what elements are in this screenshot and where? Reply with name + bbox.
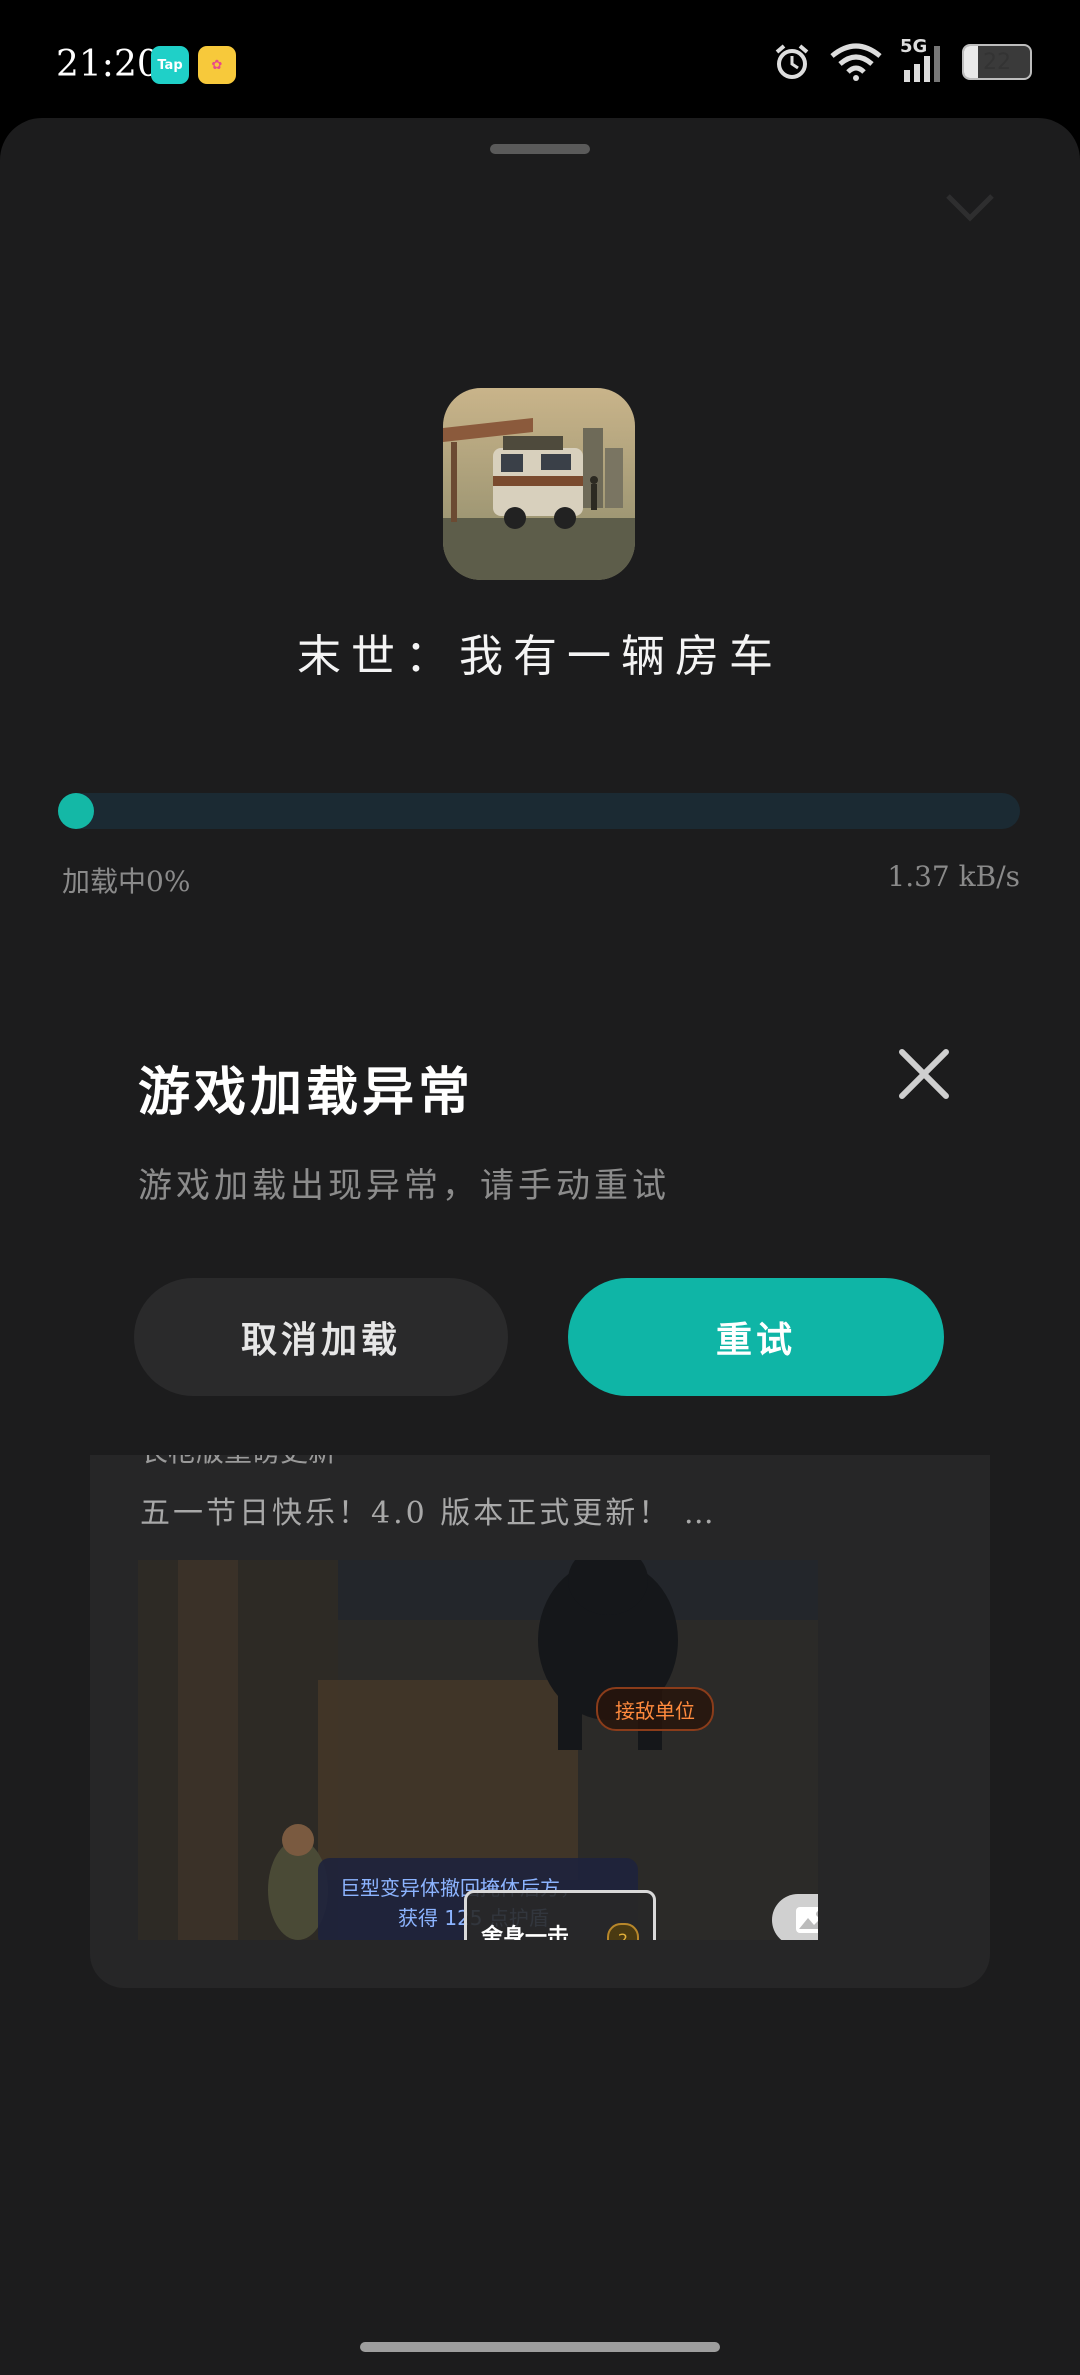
cancel-loading-button[interactable]: 取消加载: [134, 1278, 508, 1396]
game-icon: [443, 388, 635, 580]
chevron-down-icon[interactable]: [944, 190, 996, 224]
gallery-icon: [796, 1907, 818, 1933]
home-indicator[interactable]: [360, 2342, 720, 2352]
dialog-title: 游戏加载异常: [138, 1062, 475, 1123]
enemy-unit-tag: 接敌单位: [596, 1687, 714, 1731]
news-text: 五一节日快乐！4.0 版本正式更新！ …: [140, 1496, 717, 1531]
skill-label: 舍身一击: [481, 1925, 570, 1940]
retry-button[interactable]: 重试: [568, 1278, 944, 1396]
sheet-drag-handle[interactable]: [490, 144, 590, 154]
game-title: 末世：我有一辆房车: [297, 631, 783, 682]
status-bar: 21:20 Tap ✿ 5G 22: [0, 0, 1080, 120]
skill-button: 舍身一击 2: [464, 1890, 656, 1940]
gallery-button[interactable]: [772, 1894, 818, 1940]
download-speed: 1.37 kB/s: [887, 860, 1020, 893]
battery-icon: 22: [962, 44, 1032, 80]
load-error-dialog: 游戏加载异常 游戏加载出现异常，请手动重试 取消加载 重试: [90, 990, 990, 1455]
alarm-icon: [775, 44, 809, 79]
news-card[interactable]: 长枪版重磅更新 五一节日快乐！4.0 版本正式更新！ … 接敌单位 巨型变异体撤…: [90, 1380, 990, 1988]
wifi-icon: [830, 43, 882, 81]
dialog-message: 游戏加载出现异常，请手动重试: [138, 1166, 670, 1206]
flower-app-notification-icon: ✿: [198, 46, 236, 84]
news-image[interactable]: 接敌单位 巨型变异体撤回掩体后方， 获得 125 点护盾 舍身一击 2: [138, 1560, 818, 1940]
download-progress-bar: [58, 793, 1020, 829]
close-icon[interactable]: [894, 1044, 954, 1104]
progress-label: 加载中0%: [62, 865, 191, 898]
skill-count: 2: [607, 1923, 639, 1940]
taptap-notification-icon: Tap: [151, 46, 189, 84]
progress-fill: [58, 793, 94, 829]
signal-icon: 5G: [900, 36, 944, 84]
status-time: 21:20: [56, 44, 160, 85]
battery-level: 22: [983, 49, 1011, 75]
